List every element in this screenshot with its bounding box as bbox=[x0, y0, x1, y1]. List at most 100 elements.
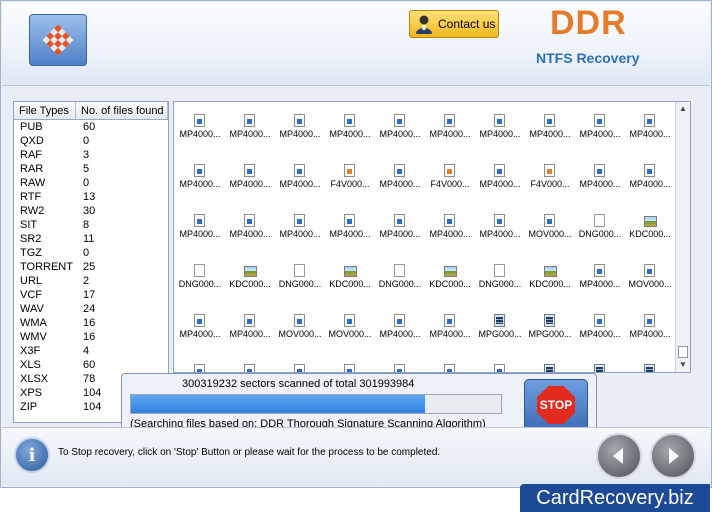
file-item[interactable]: DNG000... bbox=[374, 242, 424, 292]
stop-button[interactable]: STOP bbox=[524, 379, 588, 431]
column-header-files-found[interactable]: No. of files found bbox=[76, 102, 168, 119]
list-item[interactable]: WMA 16 bbox=[14, 316, 168, 330]
file-item[interactable]: MP4000... bbox=[374, 142, 424, 192]
file-item[interactable]: MP4000... bbox=[374, 192, 424, 242]
image-icon bbox=[544, 266, 557, 277]
doc-icon bbox=[394, 164, 405, 177]
file-item[interactable]: MOV000... bbox=[624, 242, 674, 292]
file-name: MPG000... bbox=[528, 329, 572, 339]
file-item[interactable]: MP4000... bbox=[574, 102, 624, 142]
file-item[interactable]: MP4000... bbox=[324, 192, 374, 242]
list-item[interactable]: RAW 0 bbox=[14, 176, 168, 190]
list-item[interactable]: VCF 17 bbox=[14, 288, 168, 302]
file-item[interactable]: MP4000... bbox=[174, 102, 224, 142]
file-item[interactable]: MOV000... bbox=[424, 342, 474, 372]
file-item[interactable]: DNG000... bbox=[174, 242, 224, 292]
file-item[interactable]: MP4000... bbox=[624, 102, 674, 142]
scroll-down-icon[interactable]: ▼ bbox=[679, 360, 687, 369]
file-item[interactable]: MP4000... bbox=[624, 142, 674, 192]
list-item[interactable]: RW2 30 bbox=[14, 204, 168, 218]
file-item[interactable]: MP4000... bbox=[174, 292, 224, 342]
file-item[interactable]: KDC000... bbox=[324, 242, 374, 292]
file-item[interactable]: KDC000... bbox=[224, 242, 274, 292]
file-item[interactable]: KDC000... bbox=[424, 242, 474, 292]
doc-icon bbox=[244, 314, 255, 327]
file-item[interactable]: MP4000... bbox=[224, 192, 274, 242]
next-button[interactable] bbox=[650, 433, 696, 479]
back-button[interactable] bbox=[596, 433, 642, 479]
app-window: Contact us DDR NTFS Recovery File Types … bbox=[0, 0, 712, 488]
file-item[interactable]: MP4000... bbox=[424, 102, 474, 142]
vertical-scrollbar[interactable]: ▲ ▼ bbox=[675, 102, 690, 372]
file-item[interactable]: MP4000... bbox=[624, 292, 674, 342]
file-item[interactable]: MOV000... bbox=[324, 292, 374, 342]
file-item[interactable]: MP4000... bbox=[274, 102, 324, 142]
file-item[interactable]: MP4000... bbox=[474, 102, 524, 142]
file-item[interactable]: MP4000... bbox=[224, 102, 274, 142]
file-item[interactable]: MOV000... bbox=[274, 342, 324, 372]
file-item[interactable]: MP4000... bbox=[224, 292, 274, 342]
file-item[interactable]: MP4000... bbox=[274, 142, 324, 192]
file-item[interactable]: MP4000... bbox=[474, 192, 524, 242]
list-item[interactable]: WAV 24 bbox=[14, 302, 168, 316]
file-item[interactable]: MP4000... bbox=[574, 142, 624, 192]
file-item[interactable]: MPG000... bbox=[474, 292, 524, 342]
file-item[interactable]: F4V000... bbox=[324, 142, 374, 192]
file-item[interactable]: MP4000... bbox=[574, 292, 624, 342]
file-item[interactable]: MOV000... bbox=[324, 342, 374, 372]
footer-bar: i To Stop recovery, click on 'Stop' Butt… bbox=[2, 427, 710, 485]
file-item[interactable]: MP4000... bbox=[574, 242, 624, 292]
blank-file-icon bbox=[494, 264, 505, 277]
file-item[interactable]: MOV000... bbox=[524, 192, 574, 242]
list-item[interactable]: SIT 8 bbox=[14, 218, 168, 232]
file-item[interactable]: KDC000... bbox=[524, 242, 574, 292]
file-item[interactable]: MOV000... bbox=[274, 292, 324, 342]
list-item[interactable]: RAF 3 bbox=[14, 148, 168, 162]
file-item[interactable]: MP4000... bbox=[274, 192, 324, 242]
file-item[interactable]: DNG000... bbox=[274, 242, 324, 292]
list-item[interactable]: TGZ 0 bbox=[14, 246, 168, 260]
list-item[interactable]: RTF 13 bbox=[14, 190, 168, 204]
file-item[interactable]: MPG000... bbox=[524, 342, 574, 372]
contact-us-button[interactable]: Contact us bbox=[409, 10, 499, 38]
file-item[interactable]: MPG000... bbox=[624, 342, 674, 372]
doc-icon bbox=[444, 314, 455, 327]
file-item[interactable]: MP4000... bbox=[524, 102, 574, 142]
file-item[interactable]: MPG000... bbox=[574, 342, 624, 372]
file-item[interactable]: MP4000... bbox=[424, 292, 474, 342]
file-item[interactable]: DNG000... bbox=[574, 192, 624, 242]
info-icon[interactable]: i bbox=[14, 437, 50, 473]
scroll-up-icon[interactable]: ▲ bbox=[679, 104, 687, 113]
progress-fill bbox=[131, 395, 426, 413]
column-header-file-types[interactable]: File Types bbox=[14, 102, 76, 119]
file-item[interactable]: MP4000... bbox=[174, 142, 224, 192]
list-item[interactable]: SR2 11 bbox=[14, 232, 168, 246]
list-item[interactable]: X3F 4 bbox=[14, 344, 168, 358]
file-item[interactable]: KDC000... bbox=[624, 192, 674, 242]
list-item[interactable]: RAR 5 bbox=[14, 162, 168, 176]
list-item[interactable]: TORRENT 25 bbox=[14, 260, 168, 274]
file-item[interactable]: MP4000... bbox=[174, 342, 224, 372]
list-item[interactable]: PUB 60 bbox=[14, 120, 168, 134]
file-item[interactable]: MP4000... bbox=[374, 342, 424, 372]
scroll-thumb[interactable] bbox=[678, 346, 688, 358]
list-item[interactable]: XLS 60 bbox=[14, 358, 168, 372]
list-item[interactable]: URL 2 bbox=[14, 274, 168, 288]
list-item[interactable]: QXD 0 bbox=[14, 134, 168, 148]
recovered-files-view[interactable]: MP4000... MP4000... MP4000... MP4000... MP40… bbox=[173, 101, 691, 373]
file-item[interactable]: MP4000... bbox=[324, 102, 374, 142]
file-item[interactable]: MP4000... bbox=[474, 142, 524, 192]
file-item[interactable]: MP4000... bbox=[174, 192, 224, 242]
file-item[interactable]: MP4000... bbox=[224, 142, 274, 192]
file-item[interactable]: F4V000... bbox=[524, 142, 574, 192]
website-banner[interactable]: CardRecovery.biz bbox=[520, 484, 710, 512]
file-item[interactable]: MP4000... bbox=[224, 342, 274, 372]
file-item[interactable]: MP4000... bbox=[424, 192, 474, 242]
list-item[interactable]: WMV 16 bbox=[14, 330, 168, 344]
file-item[interactable]: F4V000... bbox=[424, 142, 474, 192]
file-item[interactable]: MPG000... bbox=[524, 292, 574, 342]
file-item[interactable]: DNG000... bbox=[474, 242, 524, 292]
file-item[interactable]: MP4000... bbox=[374, 292, 424, 342]
file-item[interactable]: MOV000... bbox=[474, 342, 524, 372]
file-item[interactable]: MP4000... bbox=[374, 102, 424, 142]
